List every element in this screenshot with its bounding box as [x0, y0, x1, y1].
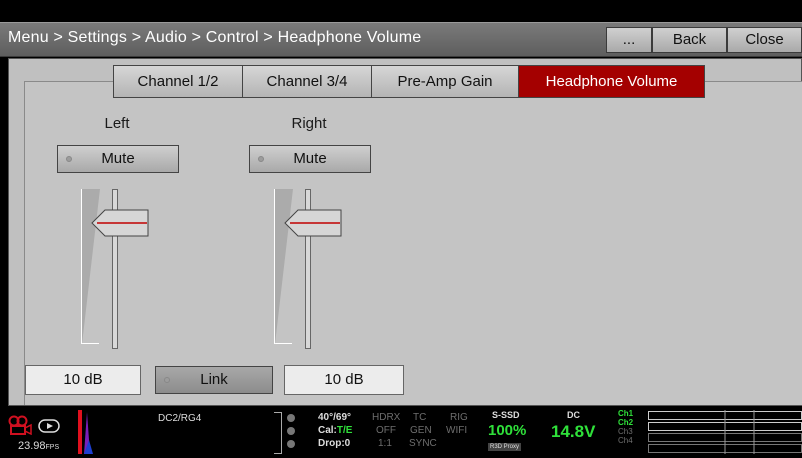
left-mute-button[interactable]: Mute — [57, 145, 179, 173]
status-dot-icon — [287, 440, 295, 448]
media-badges: R3D Proxy — [488, 443, 522, 451]
histogram-icon — [84, 412, 93, 454]
right-mute-button[interactable]: Mute — [249, 145, 371, 173]
tab-channel-3-4[interactable]: Channel 3/4 — [242, 65, 371, 98]
media-label: S-SSD — [492, 410, 520, 420]
tc-state: GEN — [410, 425, 432, 436]
power-label: DC — [567, 410, 580, 420]
rig-label: RIG — [450, 412, 468, 423]
channel-2-label: Ch2 — [618, 418, 634, 427]
link-label: Link — [200, 371, 228, 388]
power-value: 14.8V — [551, 422, 596, 441]
settings-panel: Channel 1/2 Channel 3/4 Pre-Amp Gain Hea… — [8, 58, 802, 406]
link-indicator-icon — [164, 377, 170, 383]
audio-meters — [648, 410, 802, 454]
fps-unit: FPS — [45, 444, 60, 451]
rig-state: WIFI — [446, 425, 468, 436]
left-volume-fader[interactable] — [79, 189, 149, 349]
fader-handle-icon[interactable] — [284, 209, 342, 237]
right-volume-fader[interactable] — [272, 189, 342, 349]
record-meter — [78, 410, 82, 454]
hdrx-state: OFF — [376, 425, 396, 436]
ratio-readout: 1:1 — [378, 438, 392, 449]
top-letterbox — [0, 0, 802, 22]
left-channel-label: Left — [104, 115, 130, 132]
back-button[interactable]: Back — [652, 27, 727, 53]
temp-readout: 40°/69° — [318, 412, 352, 423]
right-mute-label: Mute — [293, 150, 327, 167]
cal-label: Cal: — [318, 425, 337, 436]
tab-channel-1-2[interactable]: Channel 1/2 — [113, 65, 242, 98]
fader-handle-icon[interactable] — [91, 209, 149, 237]
right-channel-label: Right — [291, 115, 327, 132]
mute-indicator-icon — [66, 156, 72, 162]
tab-pre-amp-gain[interactable]: Pre-Amp Gain — [371, 65, 518, 98]
left-mute-label: Mute — [101, 150, 135, 167]
bracket — [274, 412, 282, 454]
right-volume-value[interactable]: 10 dB — [284, 365, 404, 395]
fps-value: 23.98 — [18, 440, 46, 452]
cal-value: T/E — [336, 425, 353, 436]
tab-headphone-volume[interactable]: Headphone Volume — [518, 65, 705, 98]
status-bar: 23.98FPS DC2/RG4 40°/69° Cal:T/E Drop:0 … — [0, 406, 802, 458]
playback-icon[interactable] — [38, 419, 60, 433]
look-label: DC2/RG4 — [158, 413, 202, 424]
hdrx-label: HDRX — [372, 412, 401, 423]
tc-label: TC — [413, 412, 427, 423]
fps-readout: 23.98FPS — [18, 441, 59, 453]
channel-4-label: Ch4 — [618, 436, 633, 445]
sync-label: SYNC — [409, 438, 437, 449]
status-dot-icon — [287, 414, 295, 422]
mute-indicator-icon — [258, 156, 264, 162]
drop-readout: Drop:0 — [318, 438, 351, 449]
link-button[interactable]: Link — [155, 366, 273, 394]
status-dot-icon — [287, 427, 295, 435]
left-volume-value[interactable]: 10 dB — [25, 365, 141, 395]
tab-bar: Channel 1/2 Channel 3/4 Pre-Amp Gain Hea… — [113, 65, 705, 98]
channel-3-label: Ch3 — [618, 427, 633, 436]
media-value: 100% — [488, 422, 527, 439]
calibration-readout: Cal:T/E — [318, 425, 352, 436]
title-bar: Menu > Settings > Audio > Control > Head… — [0, 22, 802, 57]
camera-icon — [8, 415, 32, 435]
channel-1-label: Ch1 — [618, 409, 634, 418]
close-button[interactable]: Close — [727, 27, 802, 53]
breadcrumb: Menu > Settings > Audio > Control > Head… — [8, 29, 422, 46]
more-button[interactable]: ... — [606, 27, 652, 53]
